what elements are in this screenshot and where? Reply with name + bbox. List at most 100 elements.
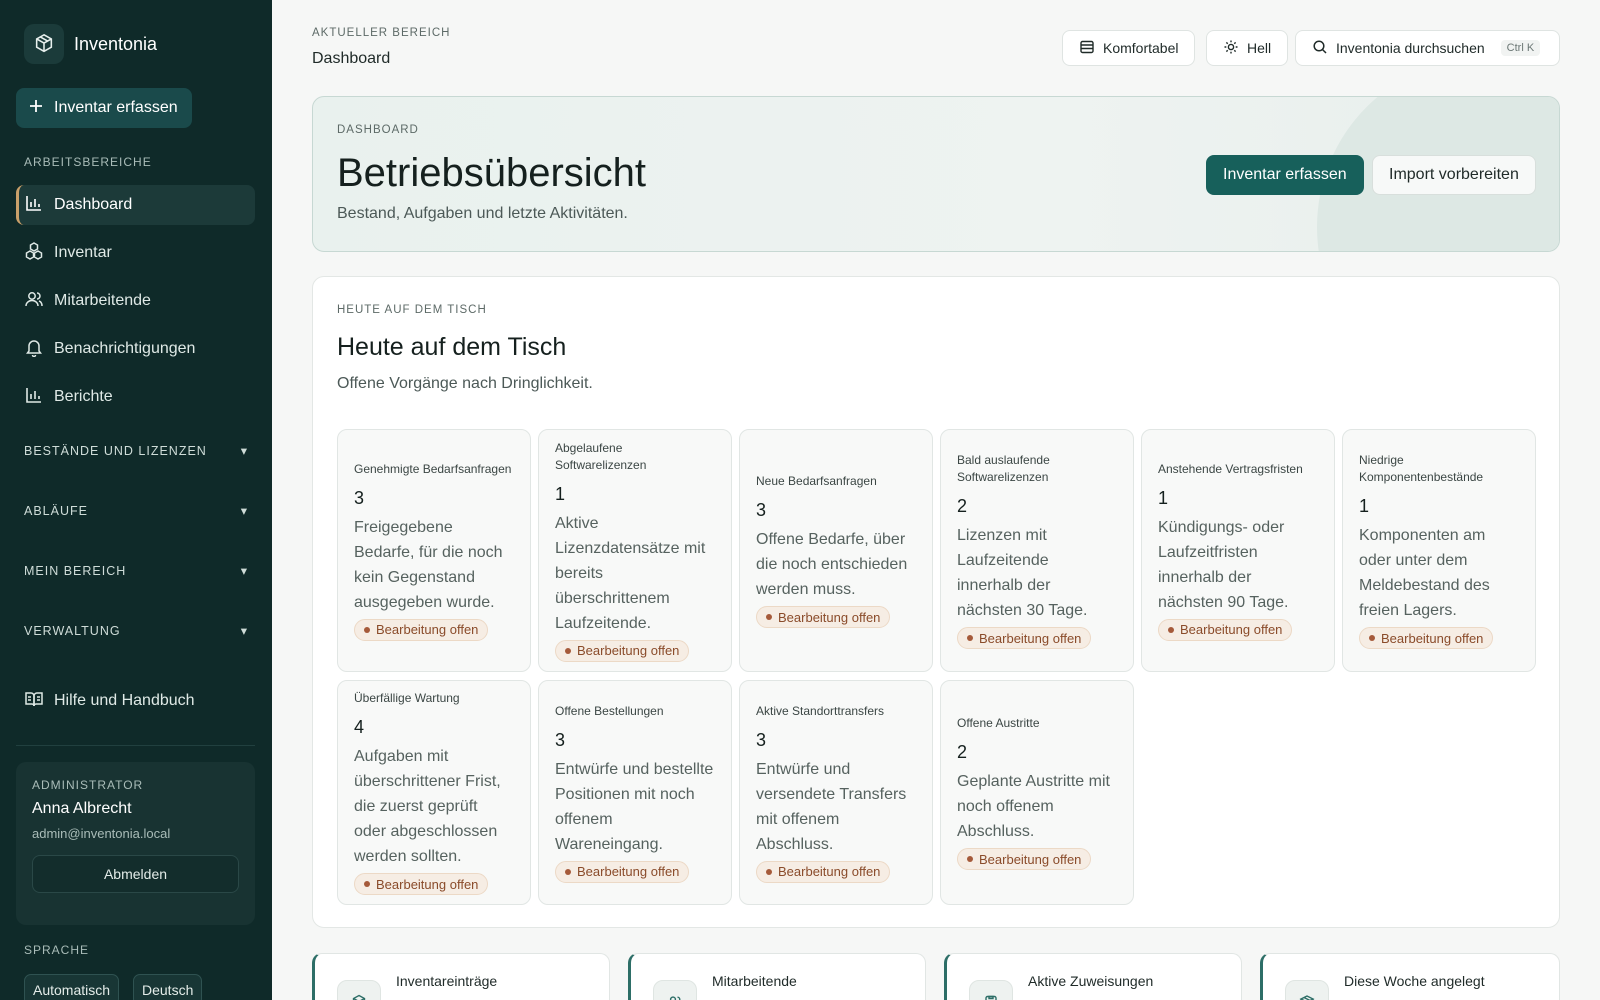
status-label: Bearbeitung offen xyxy=(778,864,881,879)
card-title: Bald auslaufende Softwarelizenzen xyxy=(957,453,1050,484)
brand[interactable]: Inventonia xyxy=(24,24,157,64)
status-dot-icon xyxy=(1369,635,1375,641)
package-icon xyxy=(1285,980,1329,1000)
clipboard-icon xyxy=(969,980,1013,1000)
breadcrumb-label: AKTUELLER BEREICH xyxy=(312,27,451,39)
card-description: Freigegebene Bedarfe, für die noch kein … xyxy=(354,518,503,611)
stat-card-inventory-entries[interactable]: Inventareinträge xyxy=(312,953,610,1000)
card-count: 3 xyxy=(354,487,365,508)
task-card[interactable]: Bald auslaufende Softwarelizenzen 2 Lize… xyxy=(940,429,1134,672)
user-name: Anna Albrecht xyxy=(32,800,132,817)
card-description: Kündigungs- oder Laufzeitfristen innerha… xyxy=(1158,518,1289,611)
group-my-area[interactable]: MEIN BEREICH ▾ xyxy=(24,563,248,579)
status-badge: Bearbeitung offen xyxy=(756,860,891,883)
task-card[interactable]: Aktive Standorttransfers 3 Entwürfe und … xyxy=(739,680,933,905)
group-administration[interactable]: VERWALTUNG ▾ xyxy=(24,623,248,639)
stat-label: Inventareinträge xyxy=(396,973,498,989)
sidebar-item-dashboard[interactable]: Dashboard xyxy=(16,185,255,225)
status-dot-icon xyxy=(565,647,571,654)
card-count: 3 xyxy=(555,729,566,750)
status-badge: Bearbeitung offen xyxy=(957,848,1092,870)
card-description: Offene Bedarfe, über die noch entschiede… xyxy=(756,531,908,598)
status-dot-icon xyxy=(967,635,973,641)
card-count: 3 xyxy=(756,729,767,750)
status-badge: Bearbeitung offen xyxy=(756,606,891,628)
task-card[interactable]: Offene Bestellungen 3 Entwürfe und beste… xyxy=(538,680,732,905)
status-badge: Bearbeitung offen xyxy=(555,860,690,883)
bar-chart-icon xyxy=(24,193,44,218)
stat-card-active-assignments[interactable]: Aktive Zuweisungen xyxy=(944,953,1242,1000)
stat-card-employees[interactable]: Mitarbeitende xyxy=(628,953,926,1000)
status-dot-icon xyxy=(364,626,370,633)
bell-icon xyxy=(24,337,44,362)
card-count: 2 xyxy=(957,496,968,516)
stat-label: Aktive Zuweisungen xyxy=(1028,973,1154,989)
add-inventory-button[interactable]: Inventar erfassen xyxy=(16,88,192,128)
task-card[interactable]: Niedrige Komponentenbestände 1 Komponent… xyxy=(1342,429,1536,672)
hero-banner: DASHBOARD Betriebsübersicht Bestand, Auf… xyxy=(312,96,1560,252)
status-badge: Bearbeitung offen xyxy=(1158,618,1293,641)
theme-button[interactable]: Hell xyxy=(1206,30,1289,66)
logout-button[interactable]: Abmelden xyxy=(32,855,239,893)
prepare-import-button[interactable]: Import vorbereiten xyxy=(1372,155,1536,195)
status-dot-icon xyxy=(766,868,772,875)
chevron-down-icon: ▾ xyxy=(240,504,248,518)
plus-icon xyxy=(28,98,44,119)
density-label: Komfortabel xyxy=(1103,40,1179,56)
card-description: Aktive Lizenzdatensätze mit bereits über… xyxy=(555,514,706,632)
card-description: Aufgaben mit überschrittener Frist, die … xyxy=(354,748,501,865)
chevron-down-icon: ▾ xyxy=(240,564,248,578)
status-label: Bearbeitung offen xyxy=(376,876,479,892)
status-label: Bearbeitung offen xyxy=(979,630,1082,646)
sidebar-item-label: Hilfe und Handbuch xyxy=(54,692,195,709)
status-badge: Bearbeitung offen xyxy=(957,627,1092,649)
brand-name: Inventonia xyxy=(74,33,158,54)
sidebar-item-help[interactable]: Hilfe und Handbuch xyxy=(16,681,255,721)
sidebar-item-employees[interactable]: Mitarbeitende xyxy=(16,281,255,321)
card-description: Komponenten am oder unter dem Meldebesta… xyxy=(1359,527,1490,619)
stat-card-created-this-week[interactable]: Diese Woche angelegt xyxy=(1260,953,1560,1000)
chevron-down-icon: ▾ xyxy=(240,624,248,638)
card-title: Offene Bestellungen xyxy=(555,703,664,718)
panel-title: Heute auf dem Tisch xyxy=(337,333,567,361)
chevron-down-icon: ▾ xyxy=(240,444,248,458)
group-label: VERWALTUNG xyxy=(24,623,121,638)
task-card[interactable]: Neue Bedarfsanfragen 3 Offene Bedarfe, ü… xyxy=(739,429,933,672)
stat-label: Mitarbeitende xyxy=(712,973,797,989)
status-dot-icon xyxy=(766,614,772,620)
density-button[interactable]: Komfortabel xyxy=(1062,30,1196,66)
search-icon xyxy=(1312,39,1328,58)
card-title: Überfällige Wartung xyxy=(354,691,460,705)
task-card[interactable]: Abgelaufene Softwarelizenzen 1 Aktive Li… xyxy=(538,429,732,672)
sidebar-item-reports[interactable]: Berichte xyxy=(16,377,255,417)
task-card[interactable]: Genehmigte Bedarfsanfragen 3 Freigegeben… xyxy=(337,429,531,672)
add-inventory-label: Inventar erfassen xyxy=(54,99,178,116)
sidebar-item-inventory[interactable]: Inventar xyxy=(16,233,255,273)
task-card[interactable]: Überfällige Wartung 4 Aufgaben mit übers… xyxy=(337,680,531,905)
sidebar-item-notifications[interactable]: Benachrichtigungen xyxy=(16,329,255,369)
language-label: SPRACHE xyxy=(24,943,90,957)
search-button[interactable]: Inventonia durchsuchen Ctrl K xyxy=(1295,30,1560,66)
panel-label: HEUTE AUF DEM TISCH xyxy=(337,304,487,316)
task-card[interactable]: Anstehende Vertragsfristen 1 Kündigungs-… xyxy=(1141,429,1335,672)
card-count: 3 xyxy=(756,500,767,520)
sidebar: Inventonia Inventar erfassen ARBEITSBERE… xyxy=(0,0,272,1000)
user-card: ADMINISTRATOR Anna Albrecht admin@invent… xyxy=(16,762,255,925)
status-dot-icon xyxy=(967,856,973,862)
card-description: Lizenzen mit Laufzeitende innerhalb der … xyxy=(957,527,1088,619)
users-icon xyxy=(24,289,44,314)
language-automatic-button[interactable]: Automatisch xyxy=(24,974,120,1000)
group-processes[interactable]: ABLÄUFE ▾ xyxy=(24,503,248,519)
group-stocks-licenses[interactable]: BESTÄNDE UND LIZENZEN ▾ xyxy=(24,443,248,459)
book-icon xyxy=(24,689,44,714)
task-card[interactable]: Offene Austritte 2 Geplante Austritte mi… xyxy=(940,680,1134,905)
hero-add-inventory-button[interactable]: Inventar erfassen xyxy=(1206,155,1364,195)
breadcrumb-title: Dashboard xyxy=(312,50,391,67)
box-icon xyxy=(337,980,381,1000)
status-label: Bearbeitung offen xyxy=(577,643,680,658)
language-german-button[interactable]: Deutsch xyxy=(133,974,203,1000)
panel-subtitle: Offene Vorgänge nach Dringlichkeit. xyxy=(337,375,593,392)
status-badge: Bearbeitung offen xyxy=(1359,627,1494,649)
boxes-icon xyxy=(24,241,44,266)
sun-icon xyxy=(1223,39,1239,58)
